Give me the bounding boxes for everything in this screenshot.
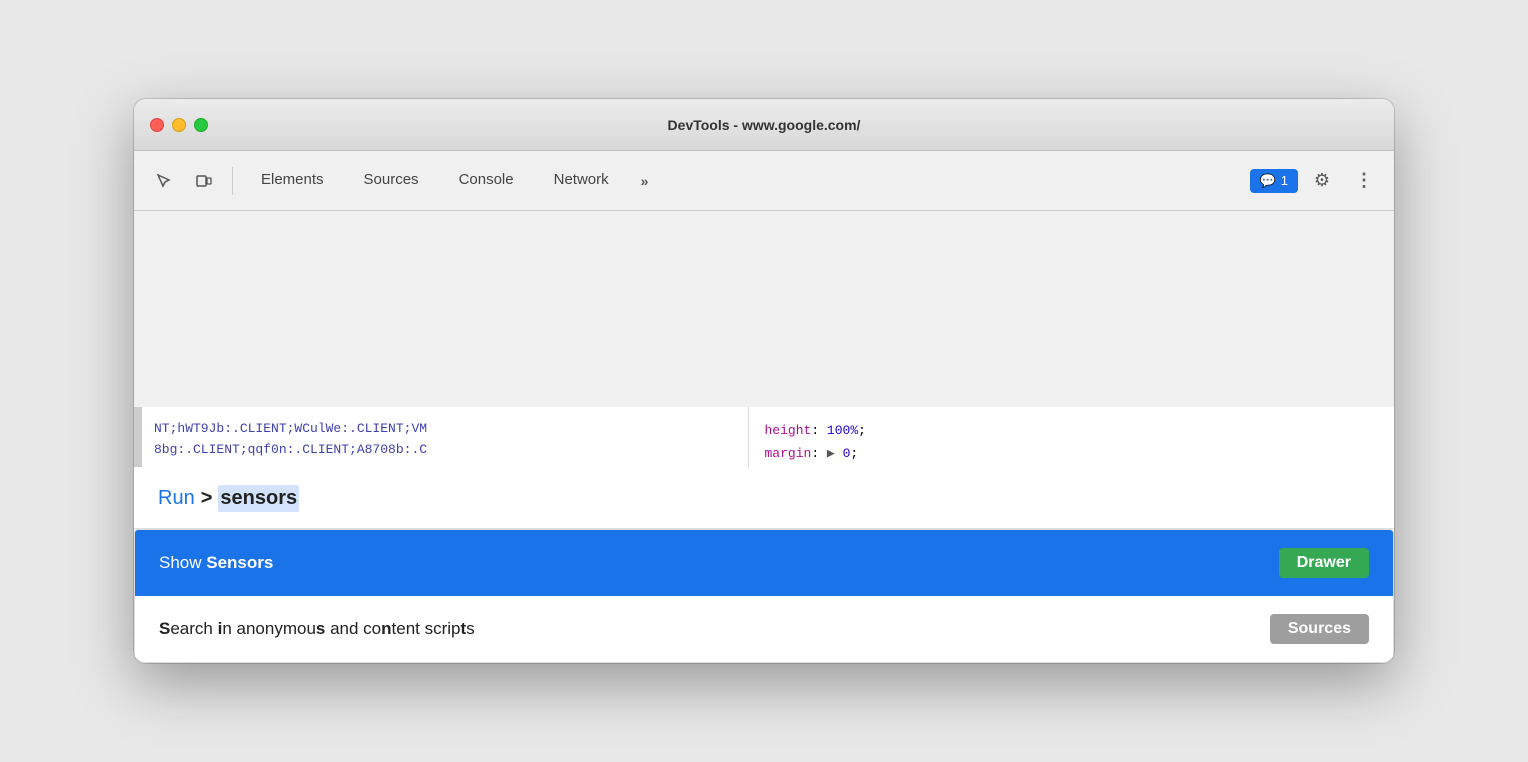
command-input-area[interactable]: Run > sensors [134, 467, 1394, 529]
more-tabs-button[interactable]: » [631, 163, 659, 199]
css-line-margin: margin: ▶ 0; [765, 442, 1379, 465]
more-options-button[interactable]: ⋮ [1346, 163, 1382, 199]
tab-sources[interactable]: Sources [346, 151, 437, 211]
command-overlay: Run > sensors Show Sensors Drawer [134, 467, 1394, 663]
code-line-1: NT;hWT9Jb:.CLIENT;WCulWe:.CLIENT;VM [154, 419, 732, 440]
command-arrow: > [201, 487, 213, 510]
dropdown-item-search[interactable]: Search in anonymous and content scripts … [135, 596, 1393, 662]
drawer-badge-button[interactable]: Drawer [1279, 548, 1369, 578]
run-label: Run [158, 487, 195, 510]
dropdown-item-text-1: Show Sensors [159, 553, 273, 573]
more-dots-icon: ⋮ [1355, 170, 1373, 191]
toolbar-right: 💬 1 ⚙ ⋮ [1250, 163, 1382, 199]
maximize-button[interactable] [194, 118, 208, 132]
command-dropdown: Show Sensors Drawer Search in anonymous … [134, 529, 1394, 663]
css-line-height: height: 100%; [765, 419, 1379, 442]
traffic-lights [150, 118, 208, 132]
devtools-panel: Elements Sources Console Network » 💬 1 [134, 151, 1394, 663]
inspect-element-button[interactable] [146, 163, 182, 199]
window-title: DevTools - www.google.com/ [668, 117, 861, 133]
toolbar-divider [232, 167, 233, 195]
tab-network[interactable]: Network [536, 151, 627, 211]
sources-badge-button[interactable]: Sources [1270, 614, 1369, 644]
main-area: Run > sensors Show Sensors Drawer [134, 407, 1394, 663]
title-bar: DevTools - www.google.com/ [134, 99, 1394, 151]
toolbar: Elements Sources Console Network » 💬 1 [134, 151, 1394, 211]
dropdown-item-show-sensors[interactable]: Show Sensors Drawer [135, 530, 1393, 596]
tab-elements[interactable]: Elements [243, 151, 342, 211]
minimize-button[interactable] [172, 118, 186, 132]
dropdown-item-text-2: Search in anonymous and content scripts [159, 619, 475, 639]
command-input-line: Run > sensors [158, 485, 1370, 512]
gear-icon: ⚙ [1314, 170, 1330, 191]
code-line-2: 8bg:.CLIENT;qqf0n:.CLIENT;A8708b:.C [154, 440, 732, 461]
chat-badge-button[interactable]: 💬 1 [1250, 169, 1298, 193]
device-toolbar-button[interactable] [186, 163, 222, 199]
devtools-window: DevTools - www.google.com/ Elements [134, 99, 1394, 663]
code-content: NT;hWT9Jb:.CLIENT;WCulWe:.CLIENT;VM 8bg:… [134, 407, 748, 473]
chat-icon: 💬 [1260, 173, 1276, 189]
settings-button[interactable]: ⚙ [1304, 163, 1340, 199]
command-query: sensors [218, 485, 299, 512]
close-button[interactable] [150, 118, 164, 132]
tab-console[interactable]: Console [441, 151, 532, 211]
